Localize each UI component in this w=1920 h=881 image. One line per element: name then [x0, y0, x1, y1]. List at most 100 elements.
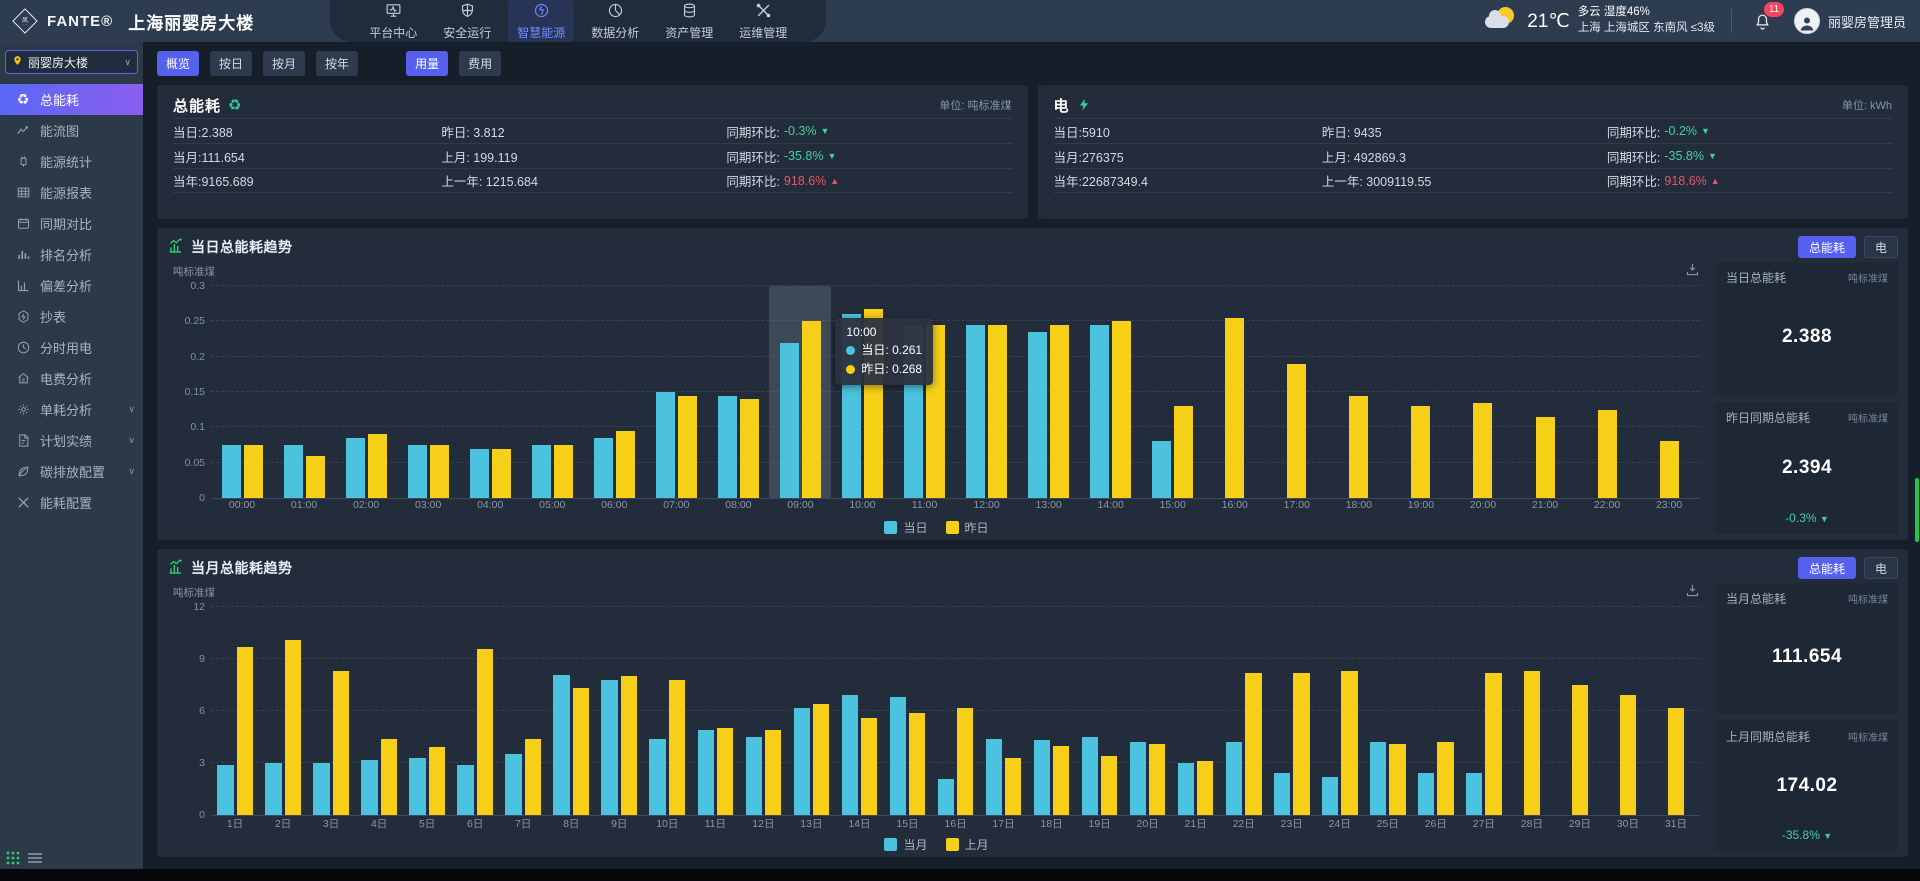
bar-group-09:00[interactable]	[769, 286, 831, 498]
bar-group-16:00[interactable]	[1204, 286, 1266, 498]
bar-group-20日[interactable]	[1124, 607, 1172, 815]
chart-toggle-总能耗[interactable]: 总能耗	[1798, 236, 1856, 258]
tab-按月[interactable]: 按月	[263, 51, 305, 76]
bar-group-22:00[interactable]	[1576, 286, 1638, 498]
bar-group-14:00[interactable]	[1080, 286, 1142, 498]
sidebar-item-同期对比[interactable]: 同期对比	[0, 208, 143, 239]
bar-group-2日[interactable]	[259, 607, 307, 815]
nav-item-平台中心[interactable]: 平台中心	[360, 0, 426, 42]
bar-group-03:00[interactable]	[397, 286, 459, 498]
user-menu[interactable]: 丽婴房管理员	[1794, 8, 1906, 34]
bar-group-18:00[interactable]	[1328, 286, 1390, 498]
bar-上月	[1341, 671, 1357, 815]
nav-item-运维管理[interactable]: 运维管理	[730, 0, 796, 42]
sidebar-item-分时用电[interactable]: 分时用电	[0, 332, 143, 363]
bar-group-15日[interactable]	[883, 607, 931, 815]
bar-group-9日[interactable]	[595, 607, 643, 815]
bar-group-26日[interactable]	[1412, 607, 1460, 815]
bar-group-5日[interactable]	[403, 607, 451, 815]
card-unit: 单位: 吨标准煤	[939, 97, 1011, 113]
chart-toggle-电[interactable]: 电	[1864, 557, 1898, 579]
nav-item-资产管理[interactable]: 资产管理	[656, 0, 722, 42]
download-icon[interactable]	[1685, 262, 1700, 280]
bar-group-3日[interactable]	[307, 607, 355, 815]
sidebar-item-碳排放配置[interactable]: 碳排放配置∨	[0, 456, 143, 487]
bar-group-7日[interactable]	[499, 607, 547, 815]
bar-group-12日[interactable]	[739, 607, 787, 815]
sidebar-item-单耗分析[interactable]: 单耗分析∨	[0, 394, 143, 425]
bar-group-14日[interactable]	[835, 607, 883, 815]
bar-group-31日[interactable]	[1652, 607, 1700, 815]
bar-group-12:00[interactable]	[956, 286, 1018, 498]
bar-group-1日[interactable]	[211, 607, 259, 815]
bar-group-10日[interactable]	[643, 607, 691, 815]
bar-group-23:00[interactable]	[1638, 286, 1700, 498]
bar-group-08:00[interactable]	[707, 286, 769, 498]
sidebar-item-能源报表[interactable]: 能源报表	[0, 177, 143, 208]
bar-group-11日[interactable]	[691, 607, 739, 815]
bar-group-05:00[interactable]	[521, 286, 583, 498]
tab-费用[interactable]: 费用	[459, 51, 501, 76]
legend-item-上月[interactable]: 上月	[946, 836, 989, 853]
bar-group-17:00[interactable]	[1266, 286, 1328, 498]
sidebar-item-电费分析[interactable]: 电费分析	[0, 363, 143, 394]
tab-按年[interactable]: 按年	[316, 51, 358, 76]
bar-group-15:00[interactable]	[1142, 286, 1204, 498]
bar-group-13日[interactable]	[787, 607, 835, 815]
bar-group-21:00[interactable]	[1514, 286, 1576, 498]
bar-group-19日[interactable]	[1076, 607, 1124, 815]
bar-group-6日[interactable]	[451, 607, 499, 815]
sidebar-item-能源统计[interactable]: 能源统计	[0, 146, 143, 177]
sidebar-item-总能耗[interactable]: ♻总能耗	[0, 84, 143, 115]
bar-上月	[1101, 756, 1117, 815]
bar-group-17日[interactable]	[980, 607, 1028, 815]
daily-chart-plot-area: 吨标准煤 00.050.10.150.20.250.310:00当日: 0.26…	[167, 262, 1706, 538]
nav-item-安全运行[interactable]: 安全运行	[434, 0, 500, 42]
bar-group-23日[interactable]	[1268, 607, 1316, 815]
nav-item-数据分析[interactable]: 数据分析	[582, 0, 648, 42]
bar-group-22日[interactable]	[1220, 607, 1268, 815]
bar-group-01:00[interactable]	[273, 286, 335, 498]
bar-group-8日[interactable]	[547, 607, 595, 815]
scrollbar-thumb[interactable]	[1915, 478, 1919, 542]
bar-group-25日[interactable]	[1364, 607, 1412, 815]
tab-按日[interactable]: 按日	[210, 51, 252, 76]
bar-group-4日[interactable]	[355, 607, 403, 815]
bar-group-24日[interactable]	[1316, 607, 1364, 815]
sidebar-item-计划实绩[interactable]: 计划实绩∨	[0, 425, 143, 456]
sidebar-item-能耗配置[interactable]: 能耗配置	[0, 487, 143, 518]
bar-group-16日[interactable]	[931, 607, 979, 815]
bar-group-27日[interactable]	[1460, 607, 1508, 815]
tab-用量[interactable]: 用量	[406, 51, 448, 76]
bar-group-04:00[interactable]	[459, 286, 521, 498]
building-selector[interactable]: 丽婴房大楼 ∨	[5, 50, 138, 74]
list-toggle-icon[interactable]	[28, 852, 42, 864]
download-icon[interactable]	[1685, 583, 1700, 601]
bar-group-20:00[interactable]	[1452, 286, 1514, 498]
sidebar-item-抄表[interactable]: 抄表	[0, 301, 143, 332]
bar-group-07:00[interactable]	[645, 286, 707, 498]
bar-group-00:00[interactable]	[211, 286, 273, 498]
legend-swatch-icon	[884, 838, 897, 851]
sidebar-item-偏差分析[interactable]: 偏差分析	[0, 270, 143, 301]
bar-group-29日[interactable]	[1556, 607, 1604, 815]
sidebar-item-能流图[interactable]: 能流图	[0, 115, 143, 146]
chart-toggle-总能耗[interactable]: 总能耗	[1798, 557, 1856, 579]
sidebar-item-排名分析[interactable]: 排名分析	[0, 239, 143, 270]
legend-item-当日[interactable]: 当日	[884, 519, 927, 536]
notifications-button[interactable]: 11	[1748, 6, 1778, 36]
bar-group-06:00[interactable]	[583, 286, 645, 498]
tab-概览[interactable]: 概览	[157, 51, 199, 76]
nav-item-智慧能源[interactable]: 智慧能源	[508, 0, 574, 42]
bar-group-02:00[interactable]	[335, 286, 397, 498]
bar-group-19:00[interactable]	[1390, 286, 1452, 498]
bar-group-18日[interactable]	[1028, 607, 1076, 815]
legend-item-昨日[interactable]: 昨日	[946, 519, 989, 536]
dots-grid-icon[interactable]	[6, 851, 20, 865]
chart-toggle-电[interactable]: 电	[1864, 236, 1898, 258]
bar-group-30日[interactable]	[1604, 607, 1652, 815]
bar-group-13:00[interactable]	[1018, 286, 1080, 498]
legend-item-当月[interactable]: 当月	[884, 836, 927, 853]
bar-group-28日[interactable]	[1508, 607, 1556, 815]
bar-group-21日[interactable]	[1172, 607, 1220, 815]
